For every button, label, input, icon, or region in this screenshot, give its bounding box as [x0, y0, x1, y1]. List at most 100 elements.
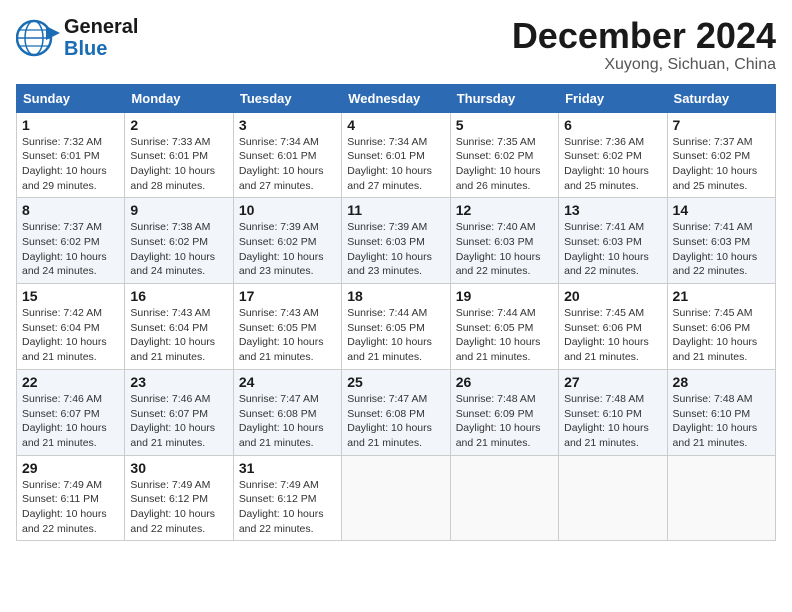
day-detail: Sunrise: 7:47 AMSunset: 6:08 PMDaylight:…: [239, 392, 336, 451]
calendar-cell: 3 Sunrise: 7:34 AMSunset: 6:01 PMDayligh…: [233, 112, 341, 198]
weekday-header-monday: Monday: [125, 84, 233, 112]
calendar-cell: 30 Sunrise: 7:49 AMSunset: 6:12 PMDaylig…: [125, 455, 233, 541]
day-number: 5: [456, 117, 553, 133]
day-detail: Sunrise: 7:43 AMSunset: 6:04 PMDaylight:…: [130, 306, 227, 365]
day-detail: Sunrise: 7:43 AMSunset: 6:05 PMDaylight:…: [239, 306, 336, 365]
day-number: 31: [239, 460, 336, 476]
day-number: 6: [564, 117, 661, 133]
calendar-cell: 7 Sunrise: 7:37 AMSunset: 6:02 PMDayligh…: [667, 112, 775, 198]
day-number: 3: [239, 117, 336, 133]
title-area: December 2024 Xuyong, Sichuan, China: [512, 16, 776, 74]
day-detail: Sunrise: 7:32 AMSunset: 6:01 PMDaylight:…: [22, 135, 119, 194]
calendar-cell: 25 Sunrise: 7:47 AMSunset: 6:08 PMDaylig…: [342, 369, 450, 455]
day-detail: Sunrise: 7:45 AMSunset: 6:06 PMDaylight:…: [673, 306, 770, 365]
day-number: 4: [347, 117, 444, 133]
day-number: 10: [239, 202, 336, 218]
calendar-cell: 19 Sunrise: 7:44 AMSunset: 6:05 PMDaylig…: [450, 284, 558, 370]
calendar-cell: 21 Sunrise: 7:45 AMSunset: 6:06 PMDaylig…: [667, 284, 775, 370]
calendar-cell: 4 Sunrise: 7:34 AMSunset: 6:01 PMDayligh…: [342, 112, 450, 198]
calendar-cell: 15 Sunrise: 7:42 AMSunset: 6:04 PMDaylig…: [17, 284, 125, 370]
day-detail: Sunrise: 7:36 AMSunset: 6:02 PMDaylight:…: [564, 135, 661, 194]
calendar-cell: 13 Sunrise: 7:41 AMSunset: 6:03 PMDaylig…: [559, 198, 667, 284]
day-number: 24: [239, 374, 336, 390]
logo-icon: [16, 18, 60, 58]
day-number: 22: [22, 374, 119, 390]
day-detail: Sunrise: 7:37 AMSunset: 6:02 PMDaylight:…: [22, 220, 119, 279]
day-detail: Sunrise: 7:49 AMSunset: 6:12 PMDaylight:…: [239, 478, 336, 537]
calendar-cell: [667, 455, 775, 541]
day-detail: Sunrise: 7:48 AMSunset: 6:09 PMDaylight:…: [456, 392, 553, 451]
calendar-cell: 31 Sunrise: 7:49 AMSunset: 6:12 PMDaylig…: [233, 455, 341, 541]
calendar-cell: 20 Sunrise: 7:45 AMSunset: 6:06 PMDaylig…: [559, 284, 667, 370]
calendar-cell: 17 Sunrise: 7:43 AMSunset: 6:05 PMDaylig…: [233, 284, 341, 370]
week-row-2: 8 Sunrise: 7:37 AMSunset: 6:02 PMDayligh…: [17, 198, 776, 284]
calendar-cell: [450, 455, 558, 541]
calendar-cell: 6 Sunrise: 7:36 AMSunset: 6:02 PMDayligh…: [559, 112, 667, 198]
day-detail: Sunrise: 7:35 AMSunset: 6:02 PMDaylight:…: [456, 135, 553, 194]
day-number: 7: [673, 117, 770, 133]
day-detail: Sunrise: 7:41 AMSunset: 6:03 PMDaylight:…: [564, 220, 661, 279]
weekday-header-sunday: Sunday: [17, 84, 125, 112]
day-number: 9: [130, 202, 227, 218]
day-detail: Sunrise: 7:33 AMSunset: 6:01 PMDaylight:…: [130, 135, 227, 194]
day-number: 20: [564, 288, 661, 304]
day-number: 1: [22, 117, 119, 133]
week-row-5: 29 Sunrise: 7:49 AMSunset: 6:11 PMDaylig…: [17, 455, 776, 541]
week-row-3: 15 Sunrise: 7:42 AMSunset: 6:04 PMDaylig…: [17, 284, 776, 370]
calendar-cell: 2 Sunrise: 7:33 AMSunset: 6:01 PMDayligh…: [125, 112, 233, 198]
weekday-header-wednesday: Wednesday: [342, 84, 450, 112]
calendar-cell: 28 Sunrise: 7:48 AMSunset: 6:10 PMDaylig…: [667, 369, 775, 455]
day-number: 21: [673, 288, 770, 304]
day-number: 19: [456, 288, 553, 304]
location-title: Xuyong, Sichuan, China: [512, 56, 776, 74]
calendar-cell: 1 Sunrise: 7:32 AMSunset: 6:01 PMDayligh…: [17, 112, 125, 198]
day-detail: Sunrise: 7:44 AMSunset: 6:05 PMDaylight:…: [456, 306, 553, 365]
day-detail: Sunrise: 7:48 AMSunset: 6:10 PMDaylight:…: [564, 392, 661, 451]
day-number: 27: [564, 374, 661, 390]
calendar-cell: [559, 455, 667, 541]
calendar-cell: 26 Sunrise: 7:48 AMSunset: 6:09 PMDaylig…: [450, 369, 558, 455]
day-number: 8: [22, 202, 119, 218]
calendar-cell: 18 Sunrise: 7:44 AMSunset: 6:05 PMDaylig…: [342, 284, 450, 370]
day-detail: Sunrise: 7:34 AMSunset: 6:01 PMDaylight:…: [239, 135, 336, 194]
weekday-header-row: SundayMondayTuesdayWednesdayThursdayFrid…: [17, 84, 776, 112]
day-detail: Sunrise: 7:37 AMSunset: 6:02 PMDaylight:…: [673, 135, 770, 194]
day-detail: Sunrise: 7:39 AMSunset: 6:03 PMDaylight:…: [347, 220, 444, 279]
weekday-header-friday: Friday: [559, 84, 667, 112]
calendar-cell: 12 Sunrise: 7:40 AMSunset: 6:03 PMDaylig…: [450, 198, 558, 284]
day-number: 14: [673, 202, 770, 218]
day-number: 18: [347, 288, 444, 304]
day-number: 28: [673, 374, 770, 390]
day-detail: Sunrise: 7:46 AMSunset: 6:07 PMDaylight:…: [22, 392, 119, 451]
logo-line2: Blue: [64, 38, 138, 60]
day-number: 2: [130, 117, 227, 133]
day-detail: Sunrise: 7:34 AMSunset: 6:01 PMDaylight:…: [347, 135, 444, 194]
calendar-cell: 23 Sunrise: 7:46 AMSunset: 6:07 PMDaylig…: [125, 369, 233, 455]
day-detail: Sunrise: 7:38 AMSunset: 6:02 PMDaylight:…: [130, 220, 227, 279]
calendar-cell: 22 Sunrise: 7:46 AMSunset: 6:07 PMDaylig…: [17, 369, 125, 455]
logo: General Blue: [16, 16, 138, 60]
weekday-header-saturday: Saturday: [667, 84, 775, 112]
month-title: December 2024: [512, 16, 776, 56]
calendar-cell: 14 Sunrise: 7:41 AMSunset: 6:03 PMDaylig…: [667, 198, 775, 284]
logo-line1: General: [64, 16, 138, 38]
header-area: General Blue December 2024 Xuyong, Sichu…: [16, 16, 776, 74]
calendar-cell: [342, 455, 450, 541]
day-number: 26: [456, 374, 553, 390]
day-number: 12: [456, 202, 553, 218]
day-detail: Sunrise: 7:48 AMSunset: 6:10 PMDaylight:…: [673, 392, 770, 451]
week-row-1: 1 Sunrise: 7:32 AMSunset: 6:01 PMDayligh…: [17, 112, 776, 198]
week-row-4: 22 Sunrise: 7:46 AMSunset: 6:07 PMDaylig…: [17, 369, 776, 455]
calendar-cell: 24 Sunrise: 7:47 AMSunset: 6:08 PMDaylig…: [233, 369, 341, 455]
day-detail: Sunrise: 7:46 AMSunset: 6:07 PMDaylight:…: [130, 392, 227, 451]
day-number: 11: [347, 202, 444, 218]
calendar-cell: 5 Sunrise: 7:35 AMSunset: 6:02 PMDayligh…: [450, 112, 558, 198]
calendar-cell: 16 Sunrise: 7:43 AMSunset: 6:04 PMDaylig…: [125, 284, 233, 370]
day-detail: Sunrise: 7:39 AMSunset: 6:02 PMDaylight:…: [239, 220, 336, 279]
calendar-cell: 27 Sunrise: 7:48 AMSunset: 6:10 PMDaylig…: [559, 369, 667, 455]
calendar-cell: 8 Sunrise: 7:37 AMSunset: 6:02 PMDayligh…: [17, 198, 125, 284]
day-detail: Sunrise: 7:49 AMSunset: 6:11 PMDaylight:…: [22, 478, 119, 537]
calendar-cell: 29 Sunrise: 7:49 AMSunset: 6:11 PMDaylig…: [17, 455, 125, 541]
day-detail: Sunrise: 7:44 AMSunset: 6:05 PMDaylight:…: [347, 306, 444, 365]
day-number: 30: [130, 460, 227, 476]
